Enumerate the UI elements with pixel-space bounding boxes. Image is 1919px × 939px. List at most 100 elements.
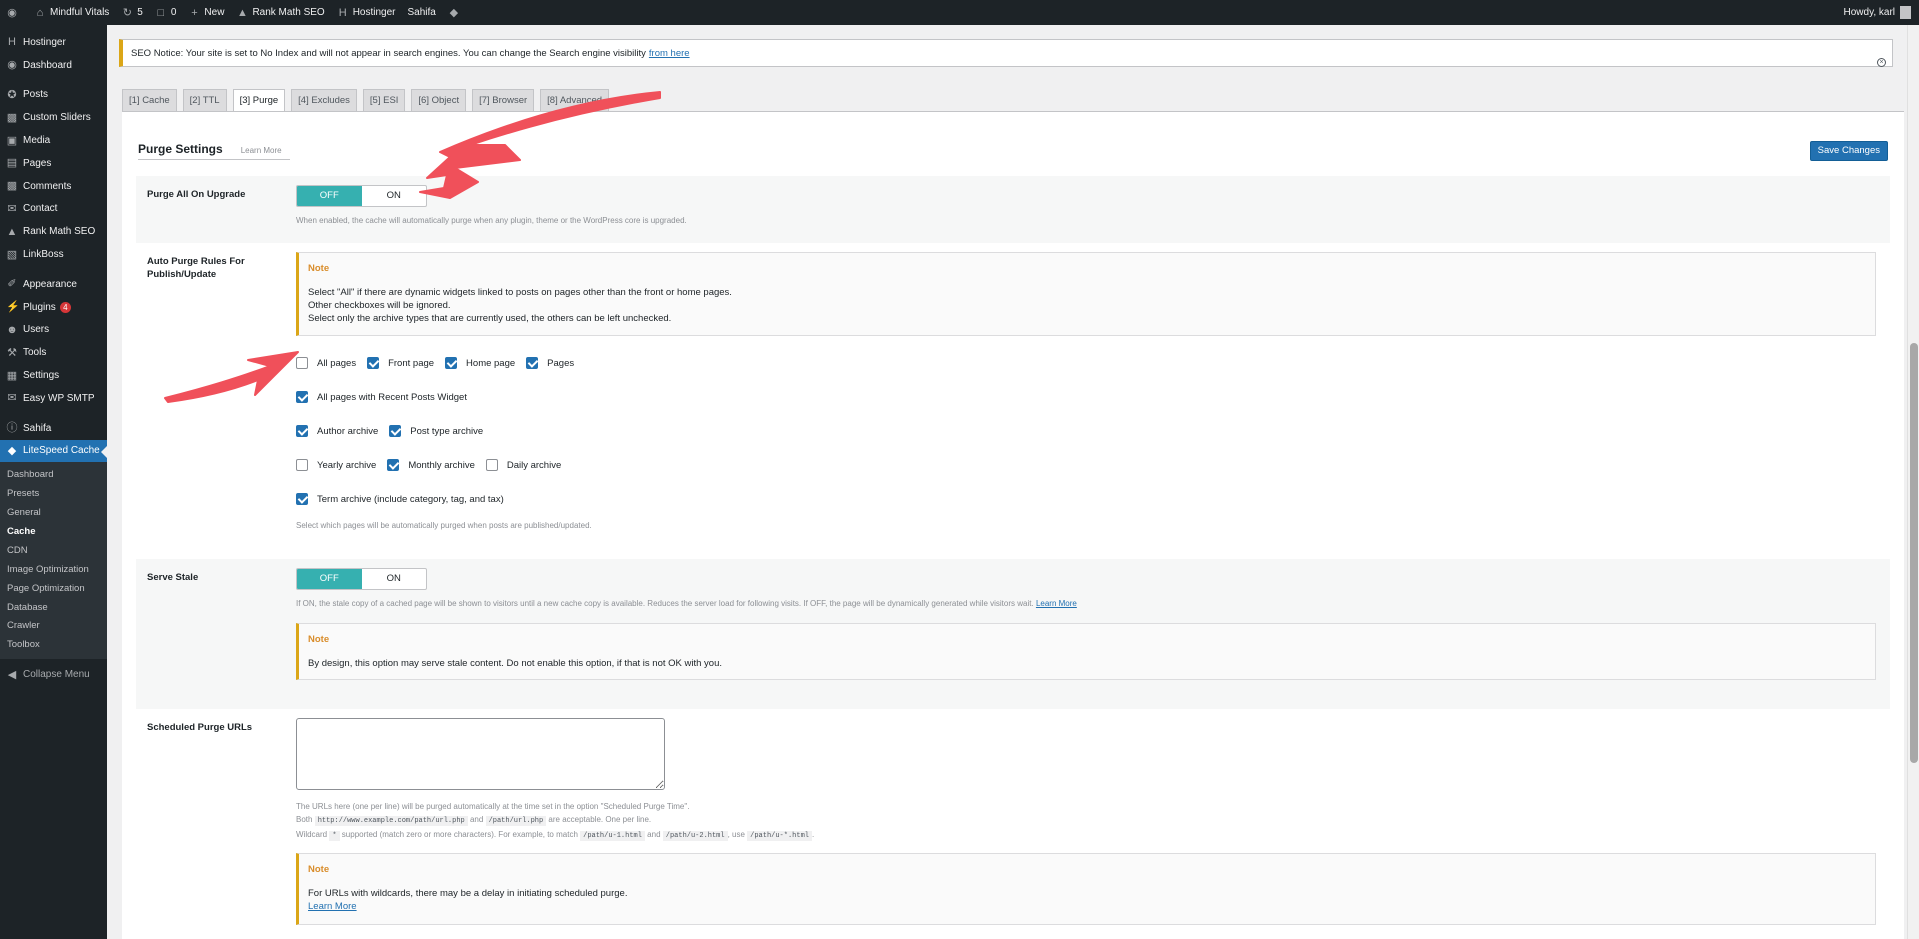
wordpress-logo-menu[interactable]: ◉ <box>0 0 28 25</box>
purge-all-on-upgrade-label: Purge All On Upgrade <box>147 189 246 200</box>
checkbox-row: Author archive Post type archive <box>296 424 1876 438</box>
checkbox-pages[interactable]: Pages <box>526 357 574 369</box>
tab-browser[interactable]: [7] Browser <box>472 89 535 111</box>
sidebar-item-easy-wp-smtp[interactable]: ✉ Easy WP SMTP <box>0 387 107 410</box>
checkbox[interactable] <box>526 357 539 369</box>
sidebar-item-users[interactable]: ☻ Users <box>0 319 107 342</box>
checkbox-recent-posts-widget[interactable]: All pages with Recent Posts Widget <box>296 391 467 403</box>
site-name-menu[interactable]: ⌂ Mindful Vitals <box>28 0 115 25</box>
toggle-on-option[interactable]: ON <box>362 186 427 206</box>
updates-icon: ↻ <box>122 6 132 19</box>
dashboard-icon: ◉ <box>7 59 17 72</box>
sidebar-item-sahifa[interactable]: ⓘ Sahifa <box>0 417 107 440</box>
section-divider <box>138 159 290 160</box>
sidebar-item-settings[interactable]: ▦ Settings <box>0 364 107 387</box>
tab-ttl[interactable]: [2] TTL <box>182 89 227 111</box>
purge-all-on-upgrade-toggle[interactable]: OFF ON <box>296 185 427 207</box>
checkbox-front-page[interactable]: Front page <box>367 357 434 369</box>
serve-stale-toggle[interactable]: OFF ON <box>296 568 427 590</box>
sidebar-item-rank-math[interactable]: ▲ Rank Math SEO <box>0 220 107 243</box>
tab-object[interactable]: [6] Object <box>411 89 467 111</box>
checkbox[interactable] <box>296 493 308 505</box>
sidebar-item-linkboss[interactable]: ▧ LinkBoss <box>0 243 107 266</box>
scheduled-learn-more-link[interactable]: Learn More <box>308 901 357 912</box>
submenu-cache[interactable]: Cache <box>0 523 107 542</box>
dismiss-icon[interactable]: × <box>1877 58 1886 67</box>
checkbox[interactable] <box>445 357 458 369</box>
checkbox-author-archive[interactable]: Author archive <box>296 425 378 437</box>
avatar[interactable] <box>1900 6 1911 19</box>
serve-stale-learn-more-link[interactable]: Learn More <box>1036 599 1077 608</box>
sidebar-item-dashboard[interactable]: ◉ Dashboard <box>0 54 107 77</box>
submenu-cdn[interactable]: CDN <box>0 542 107 561</box>
updates-menu[interactable]: ↻ 5 <box>115 0 149 25</box>
tab-excludes[interactable]: [4] Excludes <box>291 89 357 111</box>
sidebar-item-tools[interactable]: ⚒ Tools <box>0 341 107 364</box>
checkbox[interactable] <box>296 425 308 437</box>
sidebar-item-litespeed-cache[interactable]: ◆ LiteSpeed Cache <box>0 439 107 463</box>
plug-icon: ⚡ <box>6 301 20 314</box>
submenu-dashboard[interactable]: Dashboard <box>0 466 107 485</box>
tab-cache[interactable]: [1] Cache <box>122 89 177 111</box>
sidebar-item-media[interactable]: ▣ Media <box>0 129 107 152</box>
purge-settings-panel: Purge Settings Learn More Save Changes Pu… <box>122 111 1904 939</box>
new-content-menu[interactable]: + New <box>182 0 230 25</box>
sidebar-item-plugins[interactable]: ⚡ Plugins 4 <box>0 296 107 319</box>
submenu-presets[interactable]: Presets <box>0 485 107 504</box>
checkbox[interactable] <box>296 391 308 403</box>
howdy-text[interactable]: Howdy, karl <box>1844 7 1896 18</box>
scheduled-purge-urls-textarea[interactable] <box>296 718 665 790</box>
rankmath-icon: ▲ <box>6 225 18 238</box>
updates-count: 5 <box>137 7 143 18</box>
sidebar-item-comments[interactable]: ▩ Comments <box>0 175 107 198</box>
page-scrollbar[interactable] <box>1907 25 1919 939</box>
rankmath-icon: ▲ <box>236 6 248 19</box>
theme-menu[interactable]: Sahifa <box>402 0 442 25</box>
scrollbar-thumb[interactable] <box>1910 343 1918 763</box>
submenu-crawler[interactable]: Crawler <box>0 617 107 636</box>
submenu-general[interactable]: General <box>0 504 107 523</box>
toggle-on-option[interactable]: ON <box>362 569 427 589</box>
tab-purge[interactable]: [3] Purge <box>232 89 286 112</box>
toggle-off-option[interactable]: OFF <box>297 569 362 589</box>
checkbox[interactable] <box>387 459 400 471</box>
serve-stale-note: Note By design, this option may serve st… <box>296 623 1876 680</box>
hostinger-label: Hostinger <box>352 7 396 18</box>
litespeed-menu[interactable]: ◆ <box>442 0 470 25</box>
checkbox[interactable] <box>485 459 498 471</box>
submenu-toolbox[interactable]: Toolbox <box>0 636 107 655</box>
save-changes-button[interactable]: Save Changes <box>1809 141 1888 161</box>
checkbox[interactable] <box>367 357 380 369</box>
comments-menu[interactable]: □ 0 <box>149 0 183 25</box>
media-icon: ▣ <box>6 134 18 147</box>
tab-advanced[interactable]: [8] Advanced <box>540 89 610 111</box>
checkbox[interactable] <box>296 459 308 471</box>
tab-esi[interactable]: [5] ESI <box>362 89 406 111</box>
sidebar-item-contact[interactable]: ✉ Contact <box>0 198 107 221</box>
checkbox-post-type-archive[interactable]: Post type archive <box>389 425 483 437</box>
collapse-menu-button[interactable]: ◀ Collapse Menu <box>0 663 107 686</box>
submenu-page-optimization[interactable]: Page Optimization <box>0 580 107 599</box>
checkbox-home-page[interactable]: Home page <box>445 357 515 369</box>
seo-notice-link[interactable]: from here <box>649 48 690 59</box>
checkbox-monthly-archive[interactable]: Monthly archive <box>387 459 475 471</box>
checkbox-yearly-archive[interactable]: Yearly archive <box>296 459 376 471</box>
checkbox-daily-archive[interactable]: Daily archive <box>485 459 561 471</box>
checkbox-term-archive[interactable]: Term archive (include category, tag, and… <box>296 493 504 505</box>
learn-more-link[interactable]: Learn More <box>241 146 282 155</box>
submenu-image-optimization[interactable]: Image Optimization <box>0 561 107 580</box>
sidebar-item-appearance[interactable]: ✐ Appearance <box>0 273 107 296</box>
submenu-database[interactable]: Database <box>0 599 107 618</box>
sidebar-item-custom-sliders[interactable]: ▩ Custom Sliders <box>0 106 107 129</box>
sidebar-item-posts[interactable]: ✪ Posts <box>0 84 107 107</box>
toggle-off-option[interactable]: OFF <box>297 186 362 206</box>
checkbox-all-pages[interactable]: All pages <box>296 357 356 369</box>
litespeed-submenu: Dashboard Presets General Cache CDN Imag… <box>0 462 107 660</box>
checkbox[interactable] <box>296 357 308 369</box>
sidebar-item-hostinger[interactable]: H Hostinger <box>0 31 107 54</box>
checkbox[interactable] <box>389 425 402 437</box>
rankmath-menu[interactable]: ▲ Rank Math SEO <box>230 0 330 25</box>
rankmath-label: Rank Math SEO <box>252 7 325 18</box>
sidebar-item-pages[interactable]: ▤ Pages <box>0 152 107 175</box>
hostinger-menu[interactable]: H Hostinger <box>331 0 402 25</box>
